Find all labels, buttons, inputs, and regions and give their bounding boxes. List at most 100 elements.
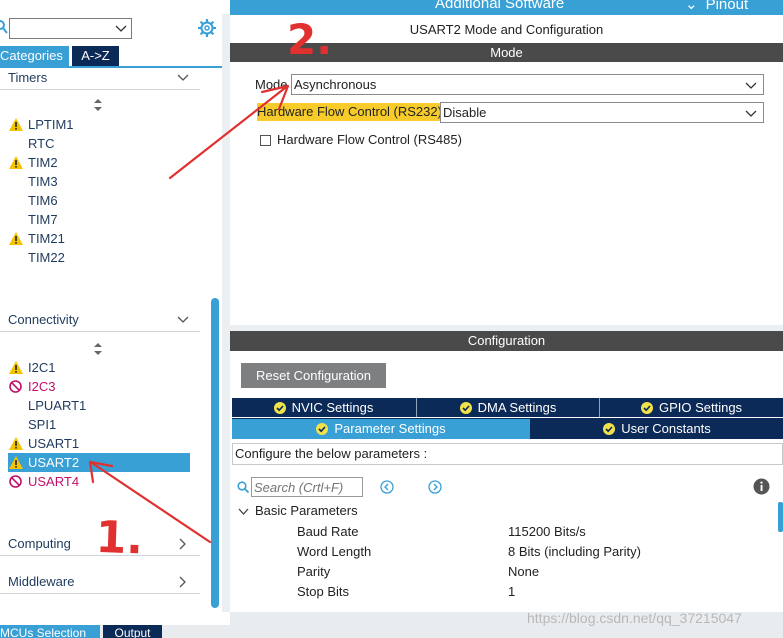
pinout-tab[interactable]: ⌄ Pinout — [685, 0, 748, 13]
sidebar-item-tim7[interactable]: TIM7 — [8, 210, 190, 229]
category-search-row — [0, 17, 222, 41]
check-circle-icon — [640, 402, 653, 414]
sidebar-item-label: USART4 — [28, 474, 80, 489]
divider — [0, 593, 200, 594]
sort-icon[interactable] — [93, 99, 103, 111]
tab-user-constants[interactable]: User Constants — [531, 419, 783, 439]
sidebar-item-label: USART2 — [28, 455, 80, 470]
hw-flow-rs232-label: Hardware Flow Control (RS232) — [257, 103, 444, 121]
parameter-group-title: Basic Parameters — [255, 503, 358, 518]
chevron-down-icon: ⌄ — [685, 0, 698, 13]
sidebar-item-tim6[interactable]: TIM6 — [8, 191, 190, 210]
sidebar-item-label: LPTIM1 — [28, 117, 74, 132]
sidebar-item-rtc[interactable]: RTC — [8, 134, 190, 153]
warning-icon — [9, 361, 23, 374]
category-connectivity[interactable]: Connectivity — [0, 308, 200, 332]
chevron-down-icon[interactable] — [115, 22, 127, 34]
sidebar-item-i2c3[interactable]: I2C3 — [8, 377, 190, 396]
param-name: Baud Rate — [297, 524, 359, 539]
sidebar-item-usart2[interactable]: USART2 — [8, 453, 190, 472]
mode-value: Asynchronous — [294, 77, 377, 92]
gear-icon[interactable] — [197, 18, 217, 38]
chevron-down-icon — [745, 110, 757, 117]
warning-icon — [9, 437, 23, 450]
tab-nvic-settings[interactable]: NVIC Settings — [232, 398, 415, 417]
panel-divider[interactable] — [222, 14, 230, 612]
param-value[interactable]: None — [508, 564, 539, 579]
category-label: Connectivity — [8, 312, 79, 327]
sidebar-item-label: SPI1 — [28, 417, 57, 432]
info-icon[interactable] — [753, 478, 770, 495]
category-search-input[interactable] — [9, 18, 132, 39]
tab-gpio-settings[interactable]: GPIO Settings — [600, 398, 783, 417]
sidebar-item-label: TIM7 — [28, 212, 58, 227]
check-circle-icon — [603, 423, 616, 435]
category-timers[interactable]: Timers — [0, 66, 200, 90]
sidebar-item-label: TIM2 — [28, 155, 58, 170]
sidebar-item-i2c1[interactable]: I2C1 — [8, 358, 190, 377]
param-name: Parity — [297, 564, 331, 579]
chevron-right-icon — [179, 538, 186, 550]
blocked-icon — [9, 380, 22, 393]
sidebar-item-label: I2C3 — [28, 379, 56, 394]
hw-flow-rs485-checkbox[interactable] — [260, 135, 271, 146]
chevron-down-icon[interactable] — [238, 506, 249, 517]
category-label: Timers — [8, 70, 48, 85]
configure-message: Configure the below parameters : — [232, 443, 783, 465]
param-name: Stop Bits — [297, 584, 350, 599]
reset-configuration-button[interactable]: Reset Configuration — [241, 363, 386, 388]
param-value[interactable]: 115200 Bits/s — [508, 524, 586, 539]
tab-output[interactable]: Output — [103, 625, 162, 638]
pinout-label: Pinout — [705, 0, 749, 13]
sidebar-item-usart4[interactable]: USART4 — [8, 472, 190, 491]
tab-dma-settings[interactable]: DMA Settings — [417, 398, 599, 417]
category-label: Middleware — [8, 574, 75, 589]
sidebar-item-lptim1[interactable]: LPTIM1 — [8, 115, 190, 134]
tab-label: Parameter Settings — [334, 421, 446, 436]
sidebar-item-label: USART1 — [28, 436, 80, 451]
sidebar-item-spi1[interactable]: SPI1 — [8, 415, 190, 434]
hw-flow-rs485-label: Hardware Flow Control (RS485) — [277, 132, 462, 147]
hw-flow-rs232-select[interactable]: Disable — [440, 102, 764, 123]
category-middleware[interactable]: Middleware — [0, 570, 200, 594]
check-circle-icon — [316, 423, 329, 435]
sidebar-item-tim21[interactable]: TIM21 — [8, 229, 190, 248]
param-name: Word Length — [297, 544, 372, 559]
parameters-scrollbar[interactable] — [778, 502, 783, 532]
next-match-icon[interactable] — [428, 480, 442, 494]
sidebar-item-label: TIM21 — [28, 231, 65, 246]
mode-select[interactable]: Asynchronous — [291, 74, 764, 95]
sidebar-item-label: TIM6 — [28, 193, 58, 208]
param-value[interactable]: 8 Bits (including Parity) — [508, 544, 641, 559]
chevron-down-icon — [177, 316, 189, 323]
chevron-down-icon — [745, 82, 757, 89]
sidebar-item-tim2[interactable]: TIM2 — [8, 153, 190, 172]
sidebar-item-label: RTC — [28, 136, 55, 151]
sidebar-item-label: I2C1 — [28, 360, 56, 375]
category-computing[interactable]: Computing — [0, 532, 200, 556]
sidebar-item-label: LPUART1 — [28, 398, 87, 413]
sidebar-item-usart1[interactable]: USART1 — [8, 434, 190, 453]
warning-icon — [9, 456, 23, 469]
tab-a-z[interactable]: A->Z — [72, 46, 119, 66]
warning-icon — [9, 156, 23, 169]
blocked-icon — [9, 475, 22, 488]
param-value[interactable]: 1 — [508, 584, 515, 599]
sort-icon[interactable] — [93, 343, 103, 355]
additional-software-tab[interactable]: Additional Software — [435, 0, 564, 12]
tab-parameter-settings[interactable]: Parameter Settings — [232, 419, 530, 439]
tab-mcus-selection[interactable]: MCUs Selection — [0, 625, 100, 638]
sidebar-item-tim22[interactable]: TIM22 — [8, 248, 190, 267]
mode-section-header: Mode — [230, 43, 783, 62]
sidebar-item-label: TIM22 — [28, 250, 65, 265]
sidebar-scrollbar[interactable] — [211, 298, 219, 608]
parameter-search-input[interactable] — [251, 477, 363, 497]
tab-categories[interactable]: Categories — [0, 46, 69, 66]
sidebar-item-lpuart1[interactable]: LPUART1 — [8, 396, 190, 415]
mode-label: Mode — [255, 77, 288, 92]
sidebar-item-tim3[interactable]: TIM3 — [8, 172, 190, 191]
configuration-section-header: Configuration — [230, 331, 783, 351]
divider — [0, 555, 200, 556]
previous-match-icon[interactable] — [380, 480, 394, 494]
sidebar-item-label: TIM3 — [28, 174, 58, 189]
